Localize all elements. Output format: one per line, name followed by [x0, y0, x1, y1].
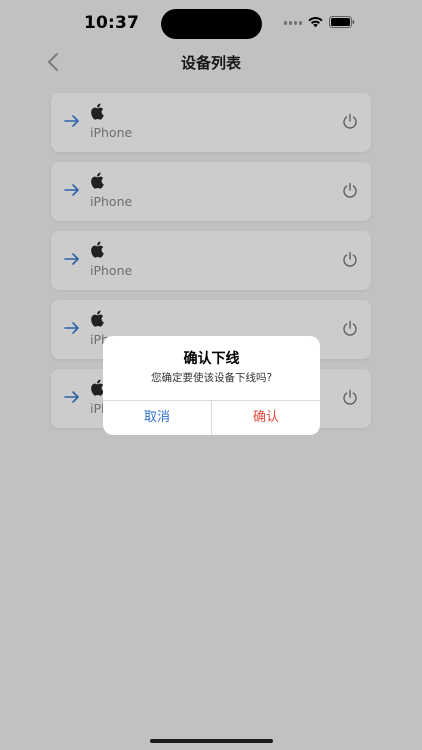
- cancel-button[interactable]: 取消: [103, 401, 211, 435]
- confirm-dialog: 确认下线 您确定要使该设备下线吗? 取消 确认: [103, 336, 320, 435]
- dialog-title: 确认下线: [183, 351, 240, 367]
- home-indicator[interactable]: [150, 739, 273, 743]
- dialog-message: 您确定要使该设备下线吗?: [150, 372, 273, 384]
- confirm-button[interactable]: 确认: [212, 401, 320, 435]
